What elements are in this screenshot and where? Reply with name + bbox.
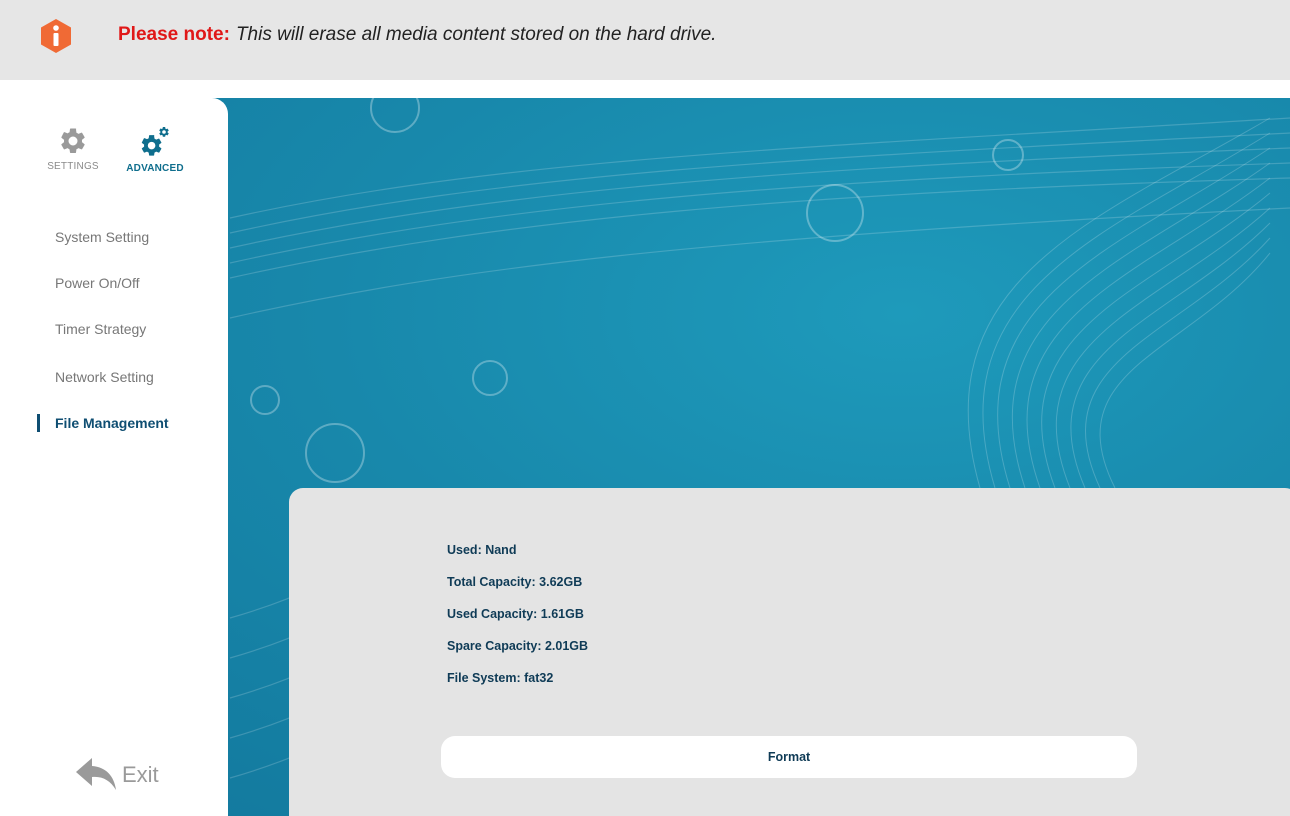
note-message: This will erase all media content stored… — [235, 24, 717, 45]
menu-item-timer-strategy[interactable]: Timer Strategy — [55, 321, 146, 337]
menu-item-network-setting[interactable]: Network Setting — [55, 369, 154, 385]
gears-icon — [141, 126, 169, 156]
exit-label: Exit — [122, 762, 159, 787]
tab-advanced[interactable]: ADVANCED — [120, 126, 190, 174]
menu-item-file-management[interactable]: File Management — [55, 415, 169, 431]
gear-icon — [61, 128, 85, 153]
storage-file-system: File System: fat32 — [447, 671, 554, 685]
storage-spare-capacity: Spare Capacity: 2.01GB — [447, 639, 589, 653]
sidebar: SETTINGS ADVANCED System Setting Power O… — [0, 98, 228, 816]
menu-item-power-on-off[interactable]: Power On/Off — [55, 275, 140, 291]
note-text: Please note: This will erase all media co… — [118, 24, 716, 46]
active-indicator — [37, 414, 40, 432]
tab-settings[interactable]: SETTINGS — [38, 126, 108, 172]
note-label: Please note: — [118, 24, 230, 45]
format-button[interactable]: Format — [441, 736, 1137, 778]
storage-total-capacity: Total Capacity: 3.62GB — [447, 575, 583, 589]
info-icon — [41, 19, 71, 53]
storage-used: Used: Nand — [447, 543, 517, 557]
note-banner: Please note: This will erase all media co… — [0, 0, 1290, 80]
tab-settings-label: SETTINGS — [47, 161, 99, 172]
device-screen: SETTINGS ADVANCED System Setting Power O… — [0, 98, 1290, 816]
menu-item-system-setting[interactable]: System Setting — [55, 229, 149, 245]
back-arrow-icon — [76, 758, 116, 790]
storage-used-capacity: Used Capacity: 1.61GB — [447, 607, 584, 621]
storage-info-panel: Used: Nand Total Capacity: 3.62GB Used C… — [289, 488, 1290, 816]
tab-advanced-label: ADVANCED — [126, 163, 184, 174]
